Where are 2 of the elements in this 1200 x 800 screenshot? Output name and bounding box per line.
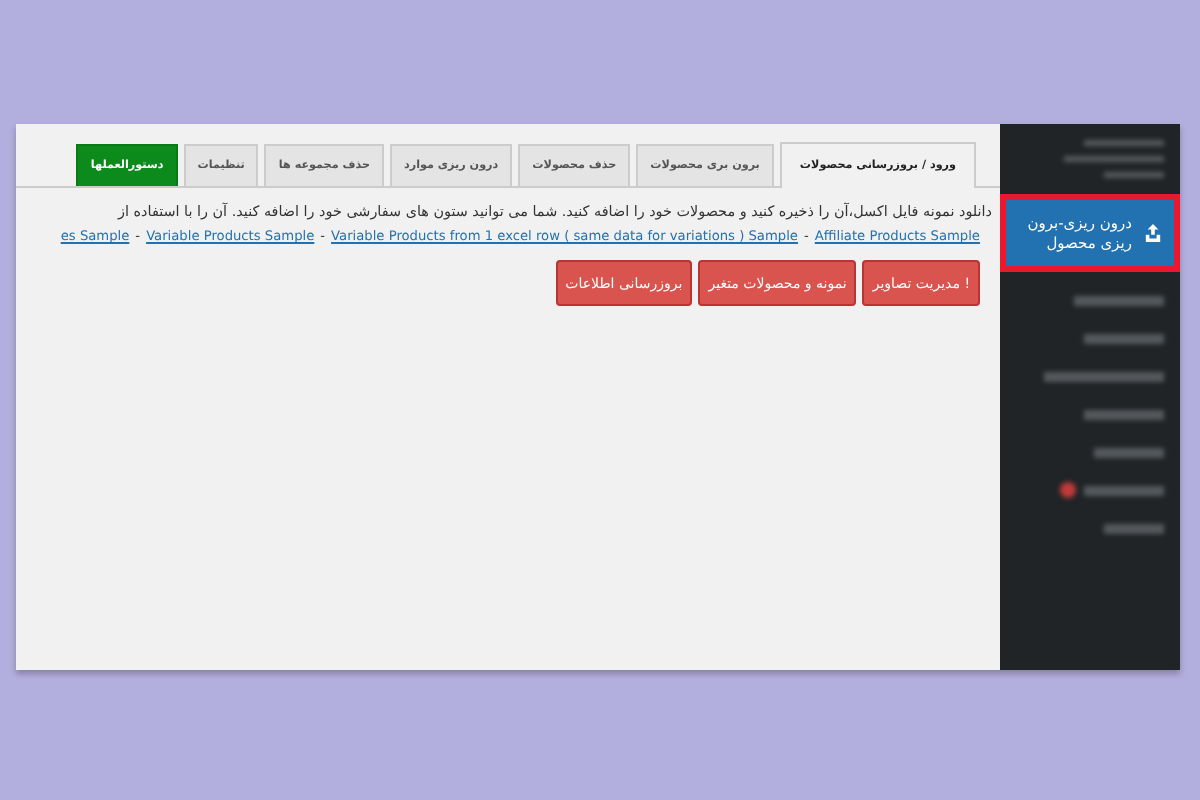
blurred-menu-drawing — [1064, 140, 1164, 178]
upload-icon — [1144, 224, 1162, 242]
